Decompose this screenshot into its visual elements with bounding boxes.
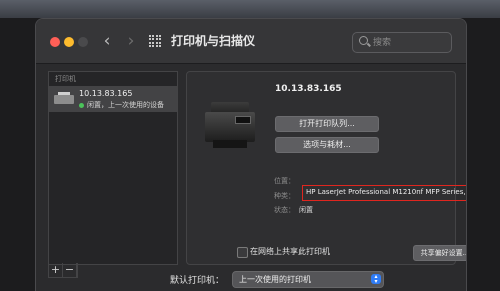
window-title: 打印机与扫描仪 <box>171 34 256 48</box>
share-printer-checkbox[interactable] <box>237 247 248 258</box>
search-icon <box>359 36 368 45</box>
chevron-updown-icon: ▴ ▾ <box>371 274 381 285</box>
printer-name: 10.13.83.165 <box>275 84 342 94</box>
share-printer-label[interactable]: 在网络上共享此打印机 <box>250 246 330 257</box>
forward-arrow-icon[interactable]: › <box>122 31 140 51</box>
title-bar: ‹ › 打印机与扫描仪 搜索 <box>36 19 466 64</box>
desktop-backdrop <box>0 0 500 18</box>
minimize-window-button[interactable] <box>64 37 74 47</box>
printer-list: 打印机 10.13.83.165 闲置，上一次使用的设备 <box>48 71 178 265</box>
printer-list-item[interactable]: 10.13.83.165 闲置，上一次使用的设备 <box>49 86 177 112</box>
open-print-queue-button[interactable]: 打开打印队列... <box>275 116 379 132</box>
printers-scanners-window: ‹ › 打印机与扫描仪 搜索 打印机 10.13.83.165 闲置，上一次使用… <box>35 18 467 291</box>
printer-item-status-text: 闲置，上一次使用的设备 <box>87 101 164 109</box>
status-dot-icon <box>79 102 84 108</box>
kind-label: 种类： <box>274 192 295 200</box>
printer-item-status: 闲置，上一次使用的设备 <box>79 100 164 110</box>
kind-value: HP LaserJet Professional M1210nf MFP Ser… <box>306 188 467 196</box>
default-printer-label: 默认打印机： <box>170 276 225 286</box>
back-arrow-icon[interactable]: ‹ <box>98 31 116 51</box>
show-all-grid-icon[interactable] <box>149 35 161 47</box>
printer-list-controls: + − <box>48 263 78 278</box>
default-printer-select[interactable]: 上一次使用的打印机 ▴ ▾ <box>232 271 384 288</box>
default-printer-value: 上一次使用的打印机 <box>239 275 311 284</box>
printer-list-header: 打印机 <box>55 75 76 83</box>
status-label: 状态： <box>274 206 295 214</box>
printer-large-icon <box>205 102 255 150</box>
printer-item-name: 10.13.83.165 <box>79 89 133 98</box>
zoom-window-button[interactable] <box>78 37 88 47</box>
add-printer-button[interactable]: + <box>49 263 63 277</box>
status-value: 闲置 <box>299 206 313 214</box>
remove-printer-button[interactable]: − <box>63 263 77 277</box>
sharing-preferences-button[interactable]: 共享偏好设置... <box>413 245 466 261</box>
options-supplies-button[interactable]: 选项与耗材... <box>275 137 379 153</box>
search-placeholder: 搜索 <box>373 38 392 48</box>
printer-icon <box>54 92 74 106</box>
kind-highlight-box: HP LaserJet Professional M1210nf MFP Ser… <box>302 185 467 201</box>
printer-detail-panel: 10.13.83.165 打开打印队列... 选项与耗材... 位置： 种类： … <box>186 71 466 265</box>
search-field[interactable]: 搜索 <box>352 32 452 53</box>
close-window-button[interactable] <box>50 37 60 47</box>
location-label: 位置： <box>274 177 295 185</box>
